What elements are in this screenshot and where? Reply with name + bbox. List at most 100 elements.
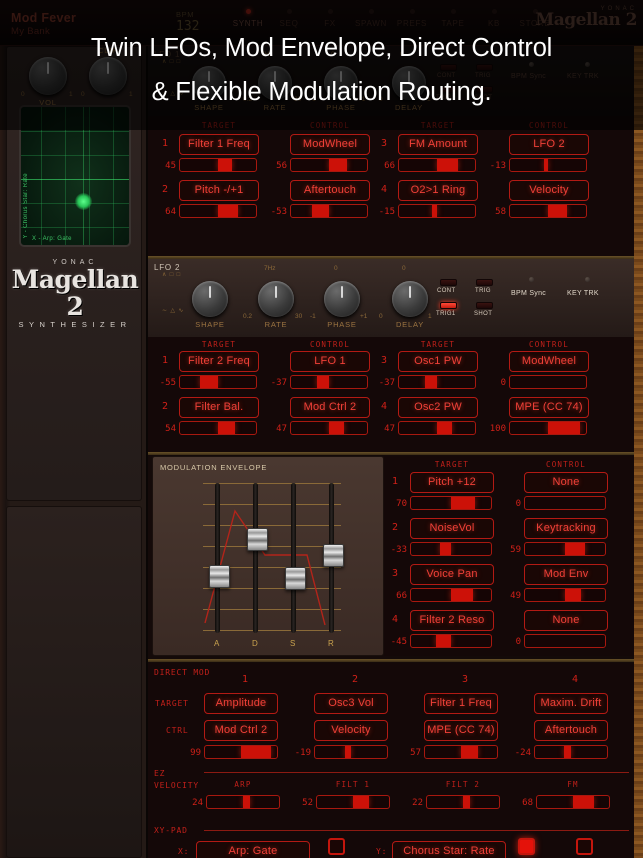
modenv-routing-grid: TARGET CONTROL 1 Pitch +12 70 None 0 2 NoiseVol -… — [384, 456, 634, 656]
control-select-button[interactable]: Mod Ctrl 2 — [290, 397, 370, 418]
target-amount-slider[interactable] — [410, 542, 492, 556]
control-amount-slider[interactable] — [509, 421, 587, 435]
control-amount-slider[interactable] — [509, 375, 587, 389]
envelope-slider-handle[interactable] — [247, 527, 268, 551]
ez-velocity-item-value: 68 — [522, 798, 533, 808]
lfo2-cont-button[interactable] — [440, 279, 457, 286]
main-panel: LFO 1 ∧ □ □ ∼ △ ∿ SHAPE 7Hz RATE 0.2 30 … — [148, 46, 643, 858]
target-select-button[interactable]: Filter 1 Freq — [179, 134, 259, 155]
control-select-button[interactable]: ModWheel — [290, 134, 370, 155]
lfo2-trig-button[interactable] — [476, 279, 493, 286]
control-select-button[interactable]: None — [524, 610, 608, 631]
lfo2-phase-knob[interactable] — [324, 281, 360, 317]
direct-mod-target-button[interactable]: Osc3 Vol — [314, 693, 388, 714]
lfo2-rate-knob[interactable] — [258, 281, 294, 317]
control-amount-slider[interactable] — [290, 158, 368, 172]
target-select-button[interactable]: FM Amount — [398, 134, 478, 155]
lfo2-key-trk-label[interactable]: KEY TRK — [567, 290, 599, 297]
envelope-slider-handle[interactable] — [323, 544, 344, 567]
lfo2-shot-button[interactable] — [476, 302, 493, 309]
lfo2-bpm-sync-label[interactable]: BPM Sync — [511, 290, 546, 297]
control-select-button[interactable]: Velocity — [509, 180, 589, 201]
xy-pad-handle[interactable] — [75, 193, 92, 210]
control-amount-slider[interactable] — [524, 588, 606, 602]
ez-velocity-item-slider[interactable] — [426, 795, 500, 809]
xy-pad-x-assign-button[interactable]: Arp: Gate — [196, 841, 310, 858]
target-select-button[interactable]: Filter Bal. — [179, 397, 259, 418]
ez-velocity-item-slider[interactable] — [206, 795, 280, 809]
target-select-button[interactable]: Pitch -/+1 — [179, 180, 259, 201]
envelope-stage-label: S — [290, 639, 297, 648]
envelope-slider-track[interactable] — [291, 483, 296, 633]
control-amount-slider[interactable] — [290, 204, 368, 218]
control-amount-slider[interactable] — [524, 634, 606, 648]
target-amount-slider[interactable] — [410, 496, 492, 510]
xy-pad-x-snap-checkbox[interactable] — [328, 838, 345, 855]
direct-mod-amount-slider[interactable] — [314, 745, 388, 759]
target-select-button[interactable]: Filter 2 Freq — [179, 351, 259, 372]
lfo2-shape-knob[interactable] — [192, 281, 228, 317]
ez-velocity-item-slider[interactable] — [316, 795, 390, 809]
direct-mod-ctrl-button[interactable]: Mod Ctrl 2 — [204, 720, 278, 741]
control-select-button[interactable]: None — [524, 472, 608, 493]
direct-mod-ctrl-button[interactable]: MPE (CC 74) — [424, 720, 498, 741]
control-select-button[interactable]: MPE (CC 74) — [509, 397, 589, 418]
target-amount-slider[interactable] — [179, 375, 257, 389]
target-select-button[interactable]: Pitch +12 — [410, 472, 494, 493]
target-amount-slider[interactable] — [179, 421, 257, 435]
target-amount-slider[interactable] — [398, 421, 476, 435]
control-select-button[interactable]: LFO 1 — [290, 351, 370, 372]
target-amount-slider[interactable] — [179, 204, 257, 218]
control-amount-slider[interactable] — [290, 421, 368, 435]
slider-fill — [573, 796, 594, 808]
control-select-button[interactable]: Aftertouch — [290, 180, 370, 201]
lfo2-key-trk-led[interactable] — [585, 277, 590, 282]
control-amount-slider[interactable] — [290, 375, 368, 389]
target-select-button[interactable]: NoiseVol — [410, 518, 494, 539]
direct-mod-amount-slider[interactable] — [204, 745, 278, 759]
lfo2-trig1-button[interactable] — [440, 302, 457, 309]
target-amount-value: -33 — [390, 545, 407, 555]
control-select-button[interactable]: Keytracking — [524, 518, 608, 539]
control-select-button[interactable]: ModWheel — [509, 351, 589, 372]
control-amount-slider[interactable] — [524, 496, 606, 510]
target-select-button[interactable]: Osc2 PW — [398, 397, 478, 418]
direct-mod-target-button[interactable]: Maxim. Drift — [534, 693, 608, 714]
control-amount-slider[interactable] — [509, 158, 587, 172]
direct-mod-amount-slider[interactable] — [424, 745, 498, 759]
target-amount-slider[interactable] — [398, 375, 476, 389]
slot-number: 3 — [392, 568, 399, 579]
target-select-button[interactable]: Filter 2 Reso — [410, 610, 494, 631]
target-amount-slider[interactable] — [398, 204, 476, 218]
lfo2-bpm-sync-led[interactable] — [529, 277, 534, 282]
envelope-slider-handle[interactable] — [285, 566, 306, 590]
envelope-slider-handle[interactable] — [209, 565, 230, 588]
envelope-slider-track[interactable] — [215, 483, 220, 633]
control-select-button[interactable]: LFO 2 — [509, 134, 589, 155]
direct-mod-ctrl-button[interactable]: Velocity — [314, 720, 388, 741]
target-select-button[interactable]: Voice Pan — [410, 564, 494, 585]
xy-pad-y-snap-checkbox[interactable] — [518, 838, 535, 855]
slot-number: 1 — [162, 138, 169, 149]
target-select-button[interactable]: Osc1 PW — [398, 351, 478, 372]
envelope-stage-label: R — [328, 639, 335, 648]
control-amount-slider[interactable] — [524, 542, 606, 556]
control-select-button[interactable]: Mod Env — [524, 564, 608, 585]
target-amount-slider[interactable] — [410, 634, 492, 648]
control-amount-value: 100 — [489, 424, 506, 434]
ez-velocity-item-slider[interactable] — [536, 795, 610, 809]
target-select-button[interactable]: O2>1 Ring — [398, 180, 478, 201]
xy-pad-y-assign-button[interactable]: Chorus Star: Rate — [392, 841, 506, 858]
direct-mod-target-button[interactable]: Amplitude — [204, 693, 278, 714]
xy-pad-lock-checkbox[interactable] — [576, 838, 593, 855]
target-amount-slider[interactable] — [410, 588, 492, 602]
control-amount-slider[interactable] — [509, 204, 587, 218]
target-amount-slider[interactable] — [398, 158, 476, 172]
envelope-slider-track[interactable] — [253, 483, 258, 633]
direct-mod-target-button[interactable]: Filter 1 Freq — [424, 693, 498, 714]
direct-mod-amount-slider[interactable] — [534, 745, 608, 759]
target-amount-slider[interactable] — [179, 158, 257, 172]
slider-fill — [543, 159, 548, 171]
direct-mod-ctrl-button[interactable]: Aftertouch — [534, 720, 608, 741]
lfo2-delay-knob[interactable] — [392, 281, 428, 317]
